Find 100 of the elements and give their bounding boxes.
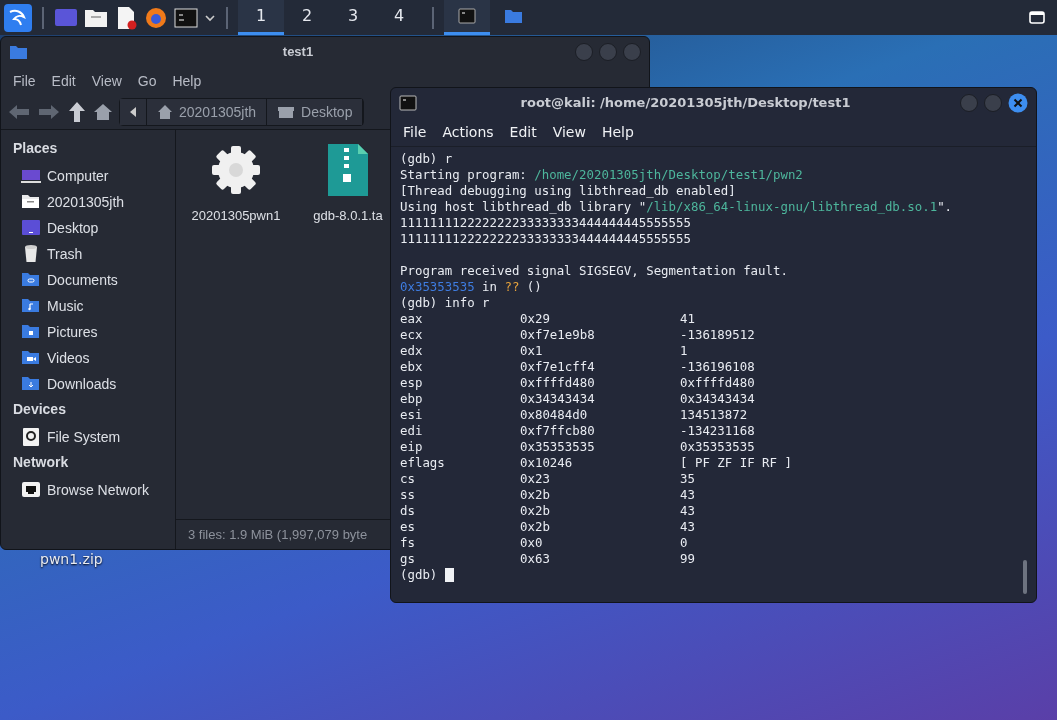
network-port-icon — [21, 480, 41, 500]
register-hex-value: 0x35353535 — [520, 439, 596, 455]
register-name: esi — [400, 407, 424, 423]
register-value: [ PF ZF IF RF ] — [680, 455, 793, 471]
sidebar-item[interactable]: 20201305jth — [13, 189, 175, 215]
register-value: 0x35353535 — [680, 439, 756, 455]
breadcrumb-back-button[interactable] — [120, 99, 147, 125]
window-title: test1 — [281, 43, 315, 62]
terminal-line: 111111112222222233333333444444445555555 — [400, 215, 692, 231]
register-hex-value: 0x34343434 — [520, 391, 596, 407]
back-arrow-icon[interactable] — [7, 102, 31, 122]
globe-icon-button[interactable] — [144, 5, 168, 30]
register-value: -134231168 — [680, 423, 756, 439]
register-value: 43 — [680, 519, 696, 535]
register-name: ecx — [400, 327, 424, 343]
menu-item[interactable]: Edit — [503, 121, 543, 143]
menu-item[interactable]: View — [546, 121, 592, 143]
menu-item[interactable]: Actions — [436, 121, 500, 143]
up-arrow-icon[interactable] — [67, 101, 87, 123]
text-cursor — [445, 568, 455, 582]
close-button[interactable] — [1008, 93, 1028, 113]
menu-item[interactable]: View — [85, 70, 128, 92]
workspace-button[interactable]: 2 — [284, 0, 330, 35]
terminal-line: Using host libthread_db library "/lib/x86_64-linux-gnu/libthread_db.so.1". — [400, 199, 954, 215]
register-name: ds — [400, 503, 416, 519]
terminal-icon — [458, 7, 476, 25]
drive-icon — [21, 427, 41, 447]
terminal-line: Starting program: /home/20201305jth/Desktop/test1/pwn2 — [400, 167, 804, 183]
terminal-line: 0x35353535 in ?? () — [400, 279, 543, 295]
register-hex-value: 0x80484d0 — [520, 407, 589, 423]
folder-icon — [9, 43, 27, 61]
breadcrumb-button[interactable]: Desktop — [267, 99, 364, 125]
menu-item[interactable]: Help — [595, 121, 640, 143]
file-name[interactable]: gdb-8.0.1.ta — [313, 206, 383, 226]
workspace-button[interactable]: 1 — [238, 0, 284, 35]
home-icon[interactable] — [93, 102, 113, 122]
register-value: 0xffffd480 — [680, 375, 756, 391]
terminal-line: (gdb) r — [400, 151, 454, 167]
register-name: ss — [400, 487, 416, 503]
window-title: root@kali: /home/20201305jth/Desktop/test1 — [519, 94, 852, 113]
sidebar-item[interactable]: Downloads — [13, 371, 175, 397]
sidebar-item[interactable]: Pictures — [13, 319, 175, 345]
terminal-line: Program received signal SIGSEGV, Segmentation fault. — [400, 263, 789, 279]
register-value: 43 — [680, 487, 696, 503]
register-hex-value: 0x2b — [520, 503, 551, 519]
caret-left-icon — [130, 107, 136, 117]
terminal-line: (gdb) info r — [400, 295, 491, 311]
menu-item[interactable]: File — [397, 121, 433, 143]
register-value: 35 — [680, 471, 696, 487]
display-icon — [1029, 10, 1045, 25]
register-value: -136189512 — [680, 327, 756, 343]
workspace-button[interactable]: 3 — [330, 0, 376, 35]
register-name: esp — [400, 375, 424, 391]
register-name: eax — [400, 311, 424, 327]
menu-item[interactable]: Go — [131, 70, 163, 92]
sidebar-item[interactable]: Documents — [13, 267, 175, 293]
terminal-icon-button[interactable] — [174, 5, 198, 30]
terminal-task-button[interactable] — [444, 0, 490, 35]
app-menu-icon[interactable] — [4, 3, 32, 32]
scrollbar-handle[interactable] — [1023, 560, 1027, 594]
terminal-line: 111111112222222233333333444444445555555 — [400, 231, 692, 247]
terminal-line: [Thread debugging using libthread_db enabled] — [400, 183, 737, 199]
register-hex-value: 0xf7e1cff4 — [520, 359, 596, 375]
terminal-line: (gdb) — [400, 567, 438, 583]
home-icon — [157, 104, 173, 120]
menu-item[interactable]: Help — [166, 70, 208, 92]
workspace-button[interactable]: 4 — [376, 0, 422, 35]
file-name[interactable]: 20201305pwn1 — [191, 206, 281, 226]
sidebar-item[interactable]: File System — [13, 424, 175, 450]
register-value: 0x34343434 — [680, 391, 756, 407]
register-name: es — [400, 519, 416, 535]
register-value: 99 — [680, 551, 696, 567]
menu-item[interactable]: Edit — [45, 70, 82, 92]
sidebar-item[interactable]: Desktop — [13, 215, 175, 241]
register-name: edi — [400, 423, 424, 439]
desktop-icon — [21, 218, 41, 238]
sidebar-section-title: Network — [13, 453, 70, 472]
terminal-icon — [399, 95, 417, 111]
breadcrumb-button[interactable]: 20201305jth — [147, 99, 268, 125]
register-value: 0 — [680, 535, 689, 551]
forward-arrow-icon[interactable] — [37, 102, 61, 122]
sidebar-item[interactable]: Trash — [13, 241, 175, 267]
register-value: 41 — [680, 311, 696, 327]
sidebar-item[interactable]: Videos — [13, 345, 175, 371]
register-name: gs — [400, 551, 416, 567]
sidebar-section-title: Devices — [13, 400, 67, 419]
register-hex-value: 0x29 — [520, 311, 551, 327]
register-name: eflags — [400, 455, 446, 471]
sidebar-item[interactable]: Music — [13, 293, 175, 319]
register-value: 43 — [680, 503, 696, 519]
sidebar-item[interactable]: Computer — [13, 163, 175, 189]
register-hex-value: 0x2b — [520, 487, 551, 503]
register-value: 134513872 — [680, 407, 749, 423]
register-hex-value: 0xf7e1e9b8 — [520, 327, 596, 343]
sidebar-item[interactable]: Browse Network — [13, 477, 175, 503]
desktop-icon-label[interactable]: pwn1.zip — [40, 551, 103, 567]
register-hex-value: 0x23 — [520, 471, 551, 487]
menu-item[interactable]: File — [7, 70, 42, 92]
register-hex-value: 0xf7ffcb80 — [520, 423, 596, 439]
register-value: 1 — [680, 343, 689, 359]
